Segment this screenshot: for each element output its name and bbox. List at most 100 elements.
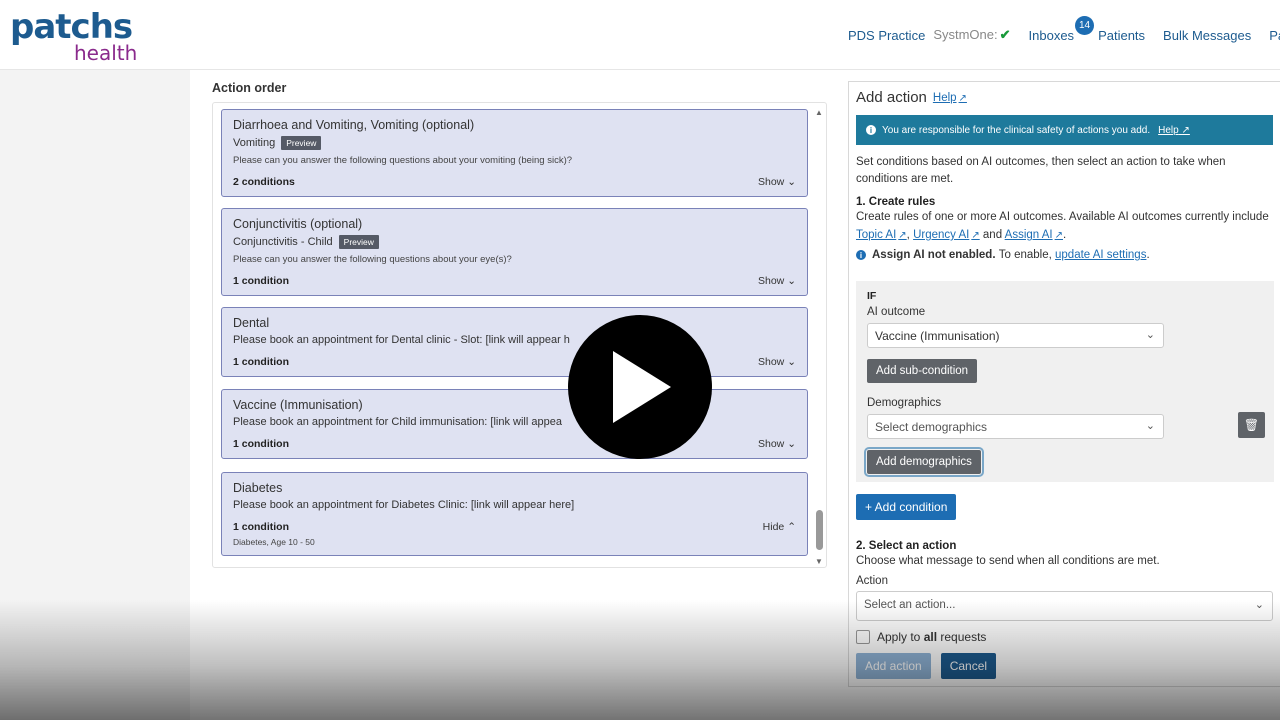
inboxes-label: Inboxes bbox=[1028, 27, 1075, 43]
trash-icon[interactable]: 🗑 bbox=[1238, 412, 1265, 438]
show-toggle[interactable]: Show ⌄ bbox=[758, 438, 796, 450]
panel-title: Add action Help ↗ bbox=[856, 89, 1273, 106]
and-text: and bbox=[982, 229, 1003, 241]
assign-note-text: To enable, bbox=[998, 249, 1052, 261]
cancel-button[interactable]: Cancel bbox=[940, 653, 997, 679]
ai-outcome-select[interactable]: Vaccine (Immunisation) ⌄ bbox=[867, 323, 1164, 348]
hide-toggle[interactable]: Hide ⌃ bbox=[763, 521, 796, 533]
card-subtitle: Please book an appointment for Child imm… bbox=[233, 416, 562, 428]
show-toggle[interactable]: Show ⌄ bbox=[758, 176, 796, 188]
patchs-health-logo[interactable]: patchs health bbox=[10, 10, 137, 63]
add-action-heading: Add action bbox=[856, 89, 927, 106]
assign-ai-link[interactable]: Assign AI ↗ bbox=[1005, 229, 1063, 241]
add-action-panel: Add action Help ↗ i You are responsible f… bbox=[848, 81, 1280, 687]
banner-help-label: Help bbox=[1158, 124, 1179, 136]
toggle-label: Show bbox=[758, 176, 785, 188]
add-demographics-button[interactable]: Add demographics bbox=[864, 447, 984, 477]
step1-title: 1. Create rules bbox=[856, 196, 936, 208]
card-footer: 1 condition Show ⌄ bbox=[233, 356, 796, 368]
play-button[interactable] bbox=[568, 315, 712, 459]
card-conditions: 1 condition bbox=[233, 521, 289, 533]
topic-ai-link[interactable]: Topic AI ↗ bbox=[856, 229, 907, 241]
assign-note-bold: Assign AI not enabled. bbox=[872, 249, 996, 261]
topic-ai-label: Topic AI bbox=[856, 229, 897, 241]
demographics-placeholder: Select demographics bbox=[875, 420, 988, 434]
toggle-label: Show bbox=[758, 438, 785, 450]
action-label: Action bbox=[856, 575, 888, 587]
demographics-label: Demographics bbox=[867, 397, 942, 409]
chevron-down-icon: ⌄ bbox=[1145, 420, 1155, 432]
add-sub-condition-button[interactable]: Add sub-condition bbox=[867, 359, 978, 383]
external-link-icon: ↗ bbox=[958, 92, 967, 104]
action-card[interactable]: Diarrhoea and Vomiting, Vomiting (option… bbox=[221, 109, 808, 197]
if-label: IF bbox=[867, 290, 877, 302]
add-condition-button[interactable]: + Add condition bbox=[856, 494, 957, 520]
play-icon bbox=[613, 351, 671, 423]
apply-bold: all bbox=[923, 630, 938, 644]
chevron-down-icon: ⌄ bbox=[787, 356, 796, 368]
info-icon: i bbox=[856, 250, 866, 260]
help-link[interactable]: Help ↗ bbox=[933, 92, 967, 104]
external-link-icon: ↗ bbox=[971, 230, 980, 241]
card-meta: Diabetes, Age 10 - 50 bbox=[233, 537, 315, 547]
card-title: Vaccine (Immunisation) bbox=[233, 398, 363, 412]
info-icon: i bbox=[866, 125, 876, 135]
scroll-down-icon[interactable]: ▼ bbox=[815, 557, 823, 566]
apply-suffix: requests bbox=[940, 630, 987, 644]
clinical-safety-banner: i You are responsible for the clinical s… bbox=[856, 115, 1273, 145]
left-gutter bbox=[0, 70, 190, 720]
show-toggle[interactable]: Show ⌄ bbox=[758, 275, 796, 287]
card-subtitle: Conjunctivitis - Child Preview bbox=[233, 235, 796, 249]
assign-ai-label: Assign AI bbox=[1004, 229, 1053, 241]
urgency-ai-link[interactable]: Urgency AI ↗ bbox=[913, 229, 980, 241]
banner-text: You are responsible for the clinical saf… bbox=[882, 124, 1151, 136]
assign-ai-note: i Assign AI not enabled. To enable, upda… bbox=[856, 249, 1273, 261]
external-link-icon: ↗ bbox=[898, 230, 907, 241]
if-condition-box: IF AI outcome Vaccine (Immunisation) ⌄ Ad… bbox=[856, 281, 1274, 482]
show-toggle[interactable]: Show ⌄ bbox=[758, 356, 796, 368]
nav-inboxes[interactable]: Inboxes 14 bbox=[1028, 15, 1095, 43]
action-select[interactable]: Select an action... ⌄ bbox=[856, 591, 1273, 621]
step1-desc: Create rules of one or more AI outcomes.… bbox=[856, 211, 1269, 223]
card-footer: 1 condition Show ⌄ bbox=[233, 275, 796, 287]
nav-truncated-item[interactable]: Pa bbox=[1269, 28, 1280, 43]
card-title: Conjunctivitis (optional) bbox=[233, 217, 363, 231]
action-card[interactable]: Vaccine (Immunisation) Please book an ap… bbox=[221, 389, 808, 459]
card-title: Dental bbox=[233, 316, 270, 330]
nav-patients[interactable]: Patients bbox=[1098, 28, 1145, 43]
add-action-button[interactable]: Add action bbox=[856, 653, 931, 679]
nav-bulk-messages[interactable]: Bulk Messages bbox=[1163, 28, 1251, 43]
action-card[interactable]: Diabetes Please book an appointment for … bbox=[221, 472, 808, 556]
ai-outcome-value: Vaccine (Immunisation) bbox=[875, 329, 1000, 343]
step1-text: Create rules of one or more AI outcomes.… bbox=[856, 211, 1269, 241]
top-header: patchs health PDS Practice SystmOne: ✔ In… bbox=[0, 0, 1280, 70]
demographics-select[interactable]: Select demographics ⌄ bbox=[867, 414, 1164, 439]
step2-title: 2. Select an action bbox=[856, 540, 957, 552]
card-subtitle: Please book an appointment for Diabetes … bbox=[233, 499, 575, 511]
nav-system-status: SystmOne: ✔ bbox=[933, 27, 1010, 43]
nav-practice[interactable]: PDS Practice bbox=[848, 28, 925, 43]
action-order-scrollbar[interactable]: ▲ ▼ bbox=[815, 108, 825, 566]
top-nav: PDS Practice SystmOne: ✔ Inboxes 14 Patien… bbox=[848, 15, 1280, 43]
help-link-label: Help bbox=[932, 91, 957, 104]
scroll-thumb[interactable] bbox=[816, 510, 823, 550]
system-label: SystmOne: bbox=[933, 27, 998, 42]
preview-tag[interactable]: Preview bbox=[338, 235, 379, 249]
card-subtitle: Please book an appointment for Dental cl… bbox=[233, 334, 570, 346]
action-card[interactable]: Conjunctivitis (optional) Conjunctivitis… bbox=[221, 208, 808, 296]
chevron-down-icon: ⌄ bbox=[1254, 599, 1264, 611]
chevron-down-icon: ⌄ bbox=[1145, 329, 1155, 341]
urgency-ai-label: Urgency AI bbox=[913, 229, 970, 241]
update-ai-settings-link[interactable]: update AI settings bbox=[1055, 249, 1146, 261]
preview-tag[interactable]: Preview bbox=[281, 136, 322, 150]
apply-all-checkbox[interactable] bbox=[856, 630, 870, 644]
toggle-label: Show bbox=[758, 275, 785, 287]
scroll-up-icon[interactable]: ▲ bbox=[815, 108, 823, 117]
panel-buttons: Add action Cancel bbox=[856, 653, 997, 679]
chevron-up-icon: ⌃ bbox=[787, 521, 796, 533]
card-footer: 1 condition Hide ⌃ bbox=[233, 521, 796, 533]
banner-help-link[interactable]: Help ↗ bbox=[1158, 125, 1190, 136]
action-card[interactable]: Dental Please book an appointment for De… bbox=[221, 307, 808, 377]
card-sub-text: Conjunctivitis - Child bbox=[233, 236, 333, 248]
chevron-down-icon: ⌄ bbox=[787, 176, 796, 188]
